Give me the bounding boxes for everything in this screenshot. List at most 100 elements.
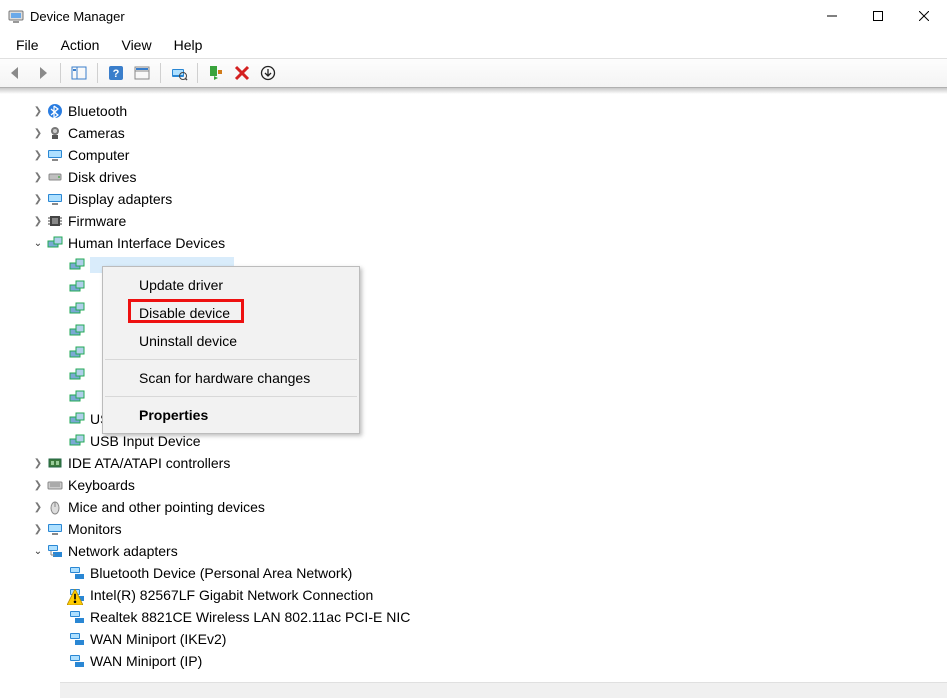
tree-node-disk-drives[interactable]: ❯ Disk drives (0, 166, 947, 188)
bluetooth-icon (46, 102, 64, 120)
expand-arrow-icon[interactable]: ❯ (30, 455, 46, 471)
close-button[interactable] (901, 0, 947, 32)
ide-icon (46, 454, 64, 472)
node-label: Disk drives (68, 169, 136, 185)
camera-icon (46, 124, 64, 142)
node-label: Keyboards (68, 477, 135, 493)
hid-icon (68, 322, 86, 340)
tree-node-hid[interactable]: ⌄ Human Interface Devices (0, 232, 947, 254)
expand-arrow-icon[interactable]: ❯ (30, 213, 46, 229)
tree-node-network[interactable]: ⌄ Network adapters (0, 540, 947, 562)
tree-node-net-child[interactable]: WAN Miniport (IP) (0, 650, 947, 672)
hid-icon (68, 432, 86, 450)
menu-file[interactable]: File (6, 35, 49, 55)
cm-uninstall-device[interactable]: Uninstall device (103, 327, 359, 355)
monitor-icon (46, 520, 64, 538)
minimize-button[interactable] (809, 0, 855, 32)
firmware-icon (46, 212, 64, 230)
hid-icon (68, 344, 86, 362)
network-icon (68, 564, 86, 582)
collapse-arrow-icon[interactable]: ⌄ (30, 543, 46, 559)
cm-disable-device[interactable]: Disable device (103, 299, 359, 327)
nav-back-button[interactable] (4, 61, 28, 85)
show-hide-tree-button[interactable] (67, 61, 91, 85)
computer-icon (46, 146, 64, 164)
menubar: File Action View Help (0, 32, 947, 58)
expand-arrow-icon[interactable]: ❯ (30, 499, 46, 515)
hid-icon (68, 410, 86, 428)
disk-icon (46, 168, 64, 186)
node-label: Bluetooth Device (Personal Area Network) (90, 565, 352, 581)
properties-button[interactable] (130, 61, 154, 85)
node-label: Human Interface Devices (68, 235, 225, 251)
hid-icon (68, 300, 86, 318)
nav-forward-button[interactable] (30, 61, 54, 85)
cm-properties[interactable]: Properties (103, 401, 359, 429)
cm-update-driver[interactable]: Update driver (103, 271, 359, 299)
node-label: Realtek 8821CE Wireless LAN 802.11ac PCI… (90, 609, 410, 625)
menu-action[interactable]: Action (51, 35, 110, 55)
hid-icon (68, 388, 86, 406)
expand-arrow-icon[interactable]: ❯ (30, 191, 46, 207)
node-label: IDE ATA/ATAPI controllers (68, 455, 230, 471)
cm-separator (105, 396, 357, 397)
expand-arrow-icon[interactable]: ❯ (30, 477, 46, 493)
tree-node-net-child[interactable]: Bluetooth Device (Personal Area Network) (0, 562, 947, 584)
network-icon (68, 630, 86, 648)
uninstall-device-button[interactable] (230, 61, 254, 85)
node-label: Computer (68, 147, 129, 163)
node-label: Cameras (68, 125, 125, 141)
tree-node-bluetooth[interactable]: ❯ Bluetooth (0, 100, 947, 122)
expand-arrow-icon[interactable]: ❯ (30, 103, 46, 119)
node-label: Monitors (68, 521, 122, 537)
tree-node-monitors[interactable]: ❯ Monitors (0, 518, 947, 540)
network-icon (68, 608, 86, 626)
node-label: Network adapters (68, 543, 178, 559)
node-label: Intel(R) 82567LF Gigabit Network Connect… (90, 587, 373, 603)
keyboard-icon (46, 476, 64, 494)
expand-arrow-icon[interactable]: ❯ (30, 521, 46, 537)
window-title: Device Manager (30, 9, 125, 24)
tree-node-mice[interactable]: ❯ Mice and other pointing devices (0, 496, 947, 518)
tree-node-display-adapters[interactable]: ❯ Display adapters (0, 188, 947, 210)
tree-node-net-child[interactable]: Realtek 8821CE Wireless LAN 802.11ac PCI… (0, 606, 947, 628)
tree-node-keyboards[interactable]: ❯ Keyboards (0, 474, 947, 496)
network-icon (46, 542, 64, 560)
node-label: USB Input Device (90, 433, 201, 449)
cm-scan-hardware[interactable]: Scan for hardware changes (103, 364, 359, 392)
tree-node-cameras[interactable]: ❯ Cameras (0, 122, 947, 144)
tree-node-net-child[interactable]: Intel(R) 82567LF Gigabit Network Connect… (0, 584, 947, 606)
titlebar: Device Manager (0, 0, 947, 32)
expand-arrow-icon[interactable]: ❯ (30, 147, 46, 163)
expand-arrow-icon[interactable]: ❯ (30, 169, 46, 185)
display-icon (46, 190, 64, 208)
mouse-icon (46, 498, 64, 516)
hid-icon (68, 256, 86, 274)
hid-icon (46, 234, 64, 252)
tree-node-computer[interactable]: ❯ Computer (0, 144, 947, 166)
maximize-button[interactable] (855, 0, 901, 32)
expand-arrow-icon[interactable]: ❯ (30, 125, 46, 141)
node-label: WAN Miniport (IP) (90, 653, 202, 669)
tree-node-net-child[interactable]: WAN Miniport (IKEv2) (0, 628, 947, 650)
node-label: Mice and other pointing devices (68, 499, 265, 515)
scan-hardware-button[interactable] (167, 61, 191, 85)
node-label: Bluetooth (68, 103, 127, 119)
menu-help[interactable]: Help (164, 35, 213, 55)
horizontal-scrollbar[interactable] (60, 682, 947, 698)
app-icon (8, 8, 24, 24)
update-driver-button[interactable] (256, 61, 280, 85)
tree-node-ide[interactable]: ❯ IDE ATA/ATAPI controllers (0, 452, 947, 474)
network-warning-icon (68, 586, 86, 604)
context-menu: Update driver Disable device Uninstall d… (102, 266, 360, 434)
node-label: Display adapters (68, 191, 172, 207)
menu-view[interactable]: View (111, 35, 161, 55)
hid-icon (68, 366, 86, 384)
enable-device-button[interactable] (204, 61, 228, 85)
node-label: Firmware (68, 213, 126, 229)
tree-node-firmware[interactable]: ❯ Firmware (0, 210, 947, 232)
cm-separator (105, 359, 357, 360)
network-icon (68, 652, 86, 670)
help-button[interactable]: ? (104, 61, 128, 85)
collapse-arrow-icon[interactable]: ⌄ (30, 235, 46, 251)
